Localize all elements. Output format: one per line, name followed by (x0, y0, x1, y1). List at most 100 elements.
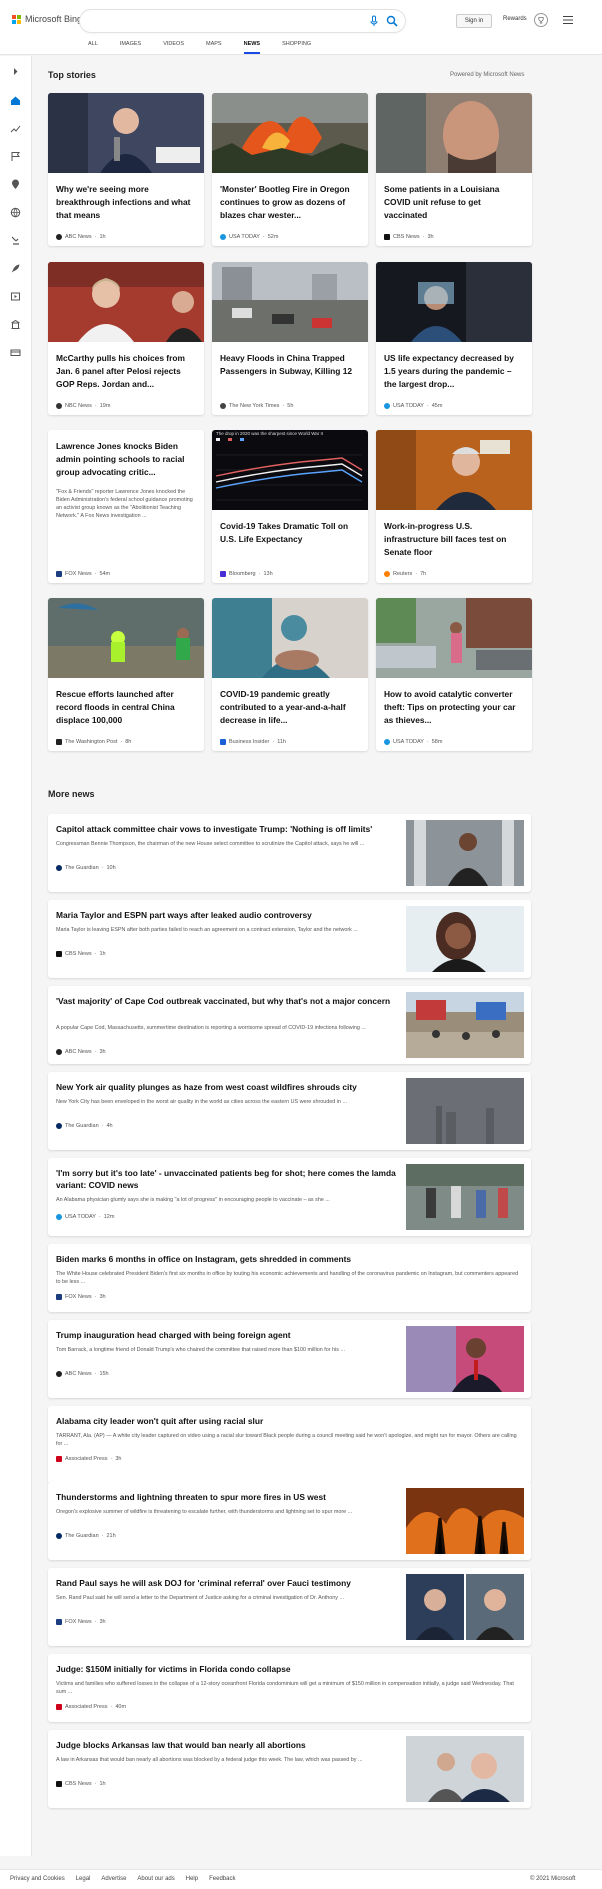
home-icon[interactable] (10, 95, 21, 106)
globe-icon[interactable] (10, 207, 21, 218)
story-title[interactable]: How to avoid catalytic converter theft: … (384, 688, 524, 727)
news-item[interactable]: Maria Taylor and ESPN part ways after le… (48, 900, 531, 978)
story-card[interactable]: Some patients in a Louisiana COVID unit … (376, 93, 532, 246)
search-icon[interactable] (386, 15, 398, 27)
abc-news-logo-icon (56, 1371, 62, 1377)
news-thumbnail (406, 1488, 524, 1554)
tab-videos[interactable]: VIDEOS (163, 41, 184, 53)
news-title[interactable]: 'Vast majority' of Cape Cod outbreak vac… (56, 995, 396, 1007)
news-item[interactable]: Alabama city leader won't quit after usi… (48, 1406, 531, 1484)
trending-icon[interactable] (10, 123, 21, 134)
story-photo (48, 93, 204, 173)
business-icon[interactable] (10, 319, 21, 330)
footer-link-help[interactable]: Help (186, 1876, 198, 1882)
news-title[interactable]: Rand Paul says he will ask DOJ for 'crim… (56, 1577, 351, 1589)
associated-press-logo-icon (56, 1456, 62, 1462)
footer-link-feedback[interactable]: Feedback (209, 1876, 235, 1882)
news-title[interactable]: Judge: $150M initially for victims in Fl… (56, 1663, 291, 1675)
copyright: © 2021 Microsoft (530, 1876, 576, 1882)
news-item[interactable]: 'Vast majority' of Cape Cod outbreak vac… (48, 986, 531, 1064)
story-title[interactable]: Heavy Floods in China Trapped Passengers… (220, 352, 360, 378)
search-box[interactable] (80, 10, 405, 32)
news-title[interactable]: Judge blocks Arkansas law that would ban… (56, 1739, 306, 1751)
news-item[interactable]: 'I'm sorry but it's too late' - unvaccin… (48, 1158, 531, 1236)
footer-link-legal[interactable]: Legal (76, 1876, 91, 1882)
tab-all[interactable]: ALL (88, 41, 98, 53)
news-source: CBS News · 1h (56, 1781, 106, 1787)
science-rocket-icon[interactable] (10, 263, 21, 274)
news-snippet: Oregon's explosive summer of wildfire is… (56, 1509, 353, 1515)
news-title[interactable]: Trump inauguration head charged with bei… (56, 1329, 291, 1341)
news-title[interactable]: New York air quality plunges as haze fro… (56, 1081, 357, 1093)
news-title[interactable]: Biden marks 6 months in office on Instag… (56, 1253, 351, 1265)
news-source: FOX News · 3h (56, 1294, 106, 1300)
news-title[interactable]: Maria Taylor and ESPN part ways after le… (56, 909, 312, 921)
story-title[interactable]: Work-in-progress U.S. infrastructure bil… (384, 520, 524, 559)
news-title[interactable]: 'I'm sorry but it's too late' - unvaccin… (56, 1167, 396, 1191)
news-item[interactable]: Judge blocks Arkansas law that would ban… (48, 1730, 531, 1808)
story-card[interactable]: Work-in-progress U.S. infrastructure bil… (376, 430, 532, 583)
story-title[interactable]: US life expectancy decreased by 1.5 year… (384, 352, 524, 391)
usa-today-logo-icon (384, 403, 390, 409)
rewards-trophy-icon[interactable] (534, 13, 548, 27)
story-card[interactable]: Heavy Floods in China Trapped Passengers… (212, 262, 368, 415)
sign-in-button[interactable]: Sign in (456, 14, 492, 28)
news-item[interactable]: Judge: $150M initially for victims in Fl… (48, 1654, 531, 1722)
bing-logo[interactable]: Microsoft Bing (12, 14, 82, 24)
news-item[interactable]: Thunderstorms and lightning threaten to … (48, 1482, 531, 1560)
story-card[interactable]: COVID-19 pandemic greatly contributed to… (212, 598, 368, 751)
search-input[interactable] (90, 13, 360, 29)
expand-chevron-icon[interactable] (10, 66, 21, 77)
flag-icon[interactable] (10, 151, 21, 162)
footer-link-about-ads[interactable]: About our ads (137, 1876, 174, 1882)
news-item[interactable]: Biden marks 6 months in office on Instag… (48, 1244, 531, 1312)
footer-link-advertise[interactable]: Advertise (101, 1876, 126, 1882)
money-icon[interactable] (10, 347, 21, 358)
story-title[interactable]: McCarthy pulls his choices from Jan. 6 p… (56, 352, 196, 391)
news-item[interactable]: Rand Paul says he will ask DOJ for 'crim… (48, 1568, 531, 1646)
politics-icon[interactable] (10, 235, 21, 246)
story-card[interactable]: Lawrence Jones knocks Biden admin pointi… (48, 430, 204, 583)
story-card[interactable]: 'Monster' Bootleg Fire in Oregon continu… (212, 93, 368, 246)
hamburger-menu-icon[interactable] (562, 15, 574, 25)
tab-images[interactable]: IMAGES (120, 41, 141, 53)
news-thumbnail (406, 906, 524, 972)
story-card[interactable]: The drop in 2020 was the sharpest since … (212, 430, 368, 583)
story-title[interactable]: Lawrence Jones knocks Biden admin pointi… (56, 440, 196, 479)
tab-maps[interactable]: MAPS (206, 41, 222, 53)
news-snippet: The White House celebrated President Bid… (56, 1271, 519, 1285)
news-source: ABC News · 15h (56, 1371, 109, 1377)
story-title[interactable]: 'Monster' Bootleg Fire in Oregon continu… (220, 183, 360, 222)
news-item[interactable]: Capitol attack committee chair vows to i… (48, 814, 531, 892)
news-source: FOX News · 3h (56, 1619, 106, 1625)
story-source: USA TODAY · 45m (384, 403, 442, 409)
story-title[interactable]: Some patients in a Louisiana COVID unit … (384, 183, 524, 222)
story-title[interactable]: Why we're seeing more breakthrough infec… (56, 183, 196, 222)
footer-link-privacy[interactable]: Privacy and Cookies (10, 1876, 65, 1882)
story-card[interactable]: McCarthy pulls his choices from Jan. 6 p… (48, 262, 204, 415)
tab-news[interactable]: NEWS (243, 41, 260, 54)
news-snippet: New York City has been enveloped in the … (56, 1099, 347, 1105)
abc-news-logo-icon (56, 1049, 62, 1055)
microphone-icon[interactable] (368, 15, 380, 27)
location-pin-icon[interactable] (10, 179, 21, 190)
news-title[interactable]: Thunderstorms and lightning threaten to … (56, 1491, 326, 1503)
story-card[interactable]: Rescue efforts launched after record flo… (48, 598, 204, 751)
story-card[interactable]: Why we're seeing more breakthrough infec… (48, 93, 204, 246)
entertainment-icon[interactable] (10, 291, 21, 302)
story-source: CBS News · 3h (384, 234, 434, 240)
news-title[interactable]: Capitol attack committee chair vows to i… (56, 823, 372, 835)
news-item[interactable]: New York air quality plunges as haze fro… (48, 1072, 531, 1150)
news-title[interactable]: Alabama city leader won't quit after usi… (56, 1415, 263, 1427)
story-title[interactable]: COVID-19 pandemic greatly contributed to… (220, 688, 360, 727)
story-card[interactable]: US life expectancy decreased by 1.5 year… (376, 262, 532, 415)
story-source: USA TODAY · 52m (220, 234, 278, 240)
rewards-link[interactable]: Rewards (503, 16, 527, 22)
news-thumbnail (406, 1736, 524, 1802)
tab-shopping[interactable]: SHOPPING (282, 41, 311, 53)
news-thumbnail (406, 820, 524, 886)
story-title[interactable]: Rescue efforts launched after record flo… (56, 688, 196, 727)
news-item[interactable]: Trump inauguration head charged with bei… (48, 1320, 531, 1398)
story-card[interactable]: How to avoid catalytic converter theft: … (376, 598, 532, 751)
story-title[interactable]: Covid-19 Takes Dramatic Toll on U.S. Lif… (220, 520, 360, 546)
